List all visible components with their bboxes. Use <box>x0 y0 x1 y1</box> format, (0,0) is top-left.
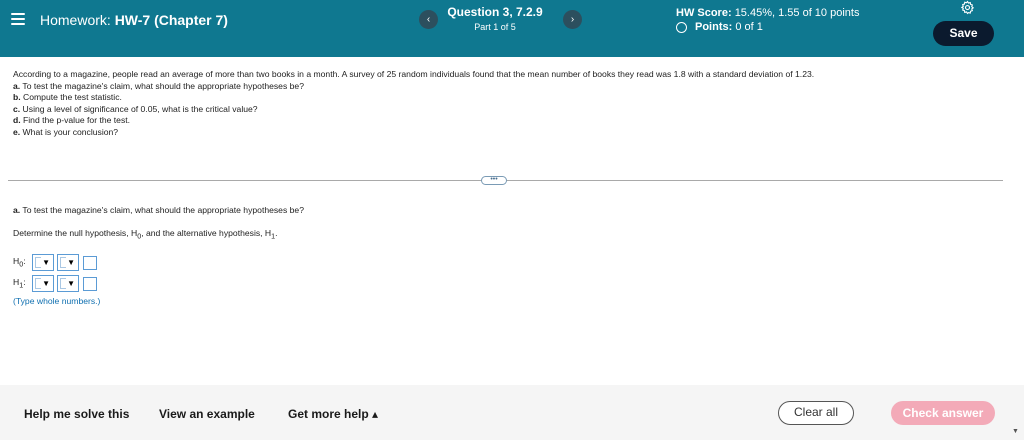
chevron-down-icon: ▼ <box>67 258 75 267</box>
homework-title: Homework: HW-7 (Chapter 7) <box>40 12 228 28</box>
h1-operator-dropdown[interactable]: ▼ <box>57 275 79 292</box>
null-hypothesis-row: H0: ▼ ▼ <box>13 254 97 271</box>
h0-parameter-dropdown[interactable]: ▼ <box>32 254 54 271</box>
problem-stem: According to a magazine, people read an … <box>13 69 815 79</box>
points: Points: 0 of 1 <box>676 21 763 33</box>
h0-label: H0: <box>13 256 26 269</box>
chevron-down-icon: ▼ <box>67 279 75 288</box>
h1-value-input[interactable] <box>83 276 97 291</box>
points-status-icon <box>676 21 687 33</box>
question-part: Part 1 of 5 <box>474 22 516 32</box>
points-value: 0 of 1 <box>735 21 763 33</box>
problem-item-a: a. To test the magazine's claim, what sh… <box>13 80 304 91</box>
view-example-link[interactable]: View an example <box>159 407 255 421</box>
input-hint: (Type whole numbers.) <box>13 296 101 306</box>
chevron-down-icon: ▼ <box>42 258 50 267</box>
previous-question-button[interactable]: ‹ <box>419 10 438 29</box>
h1-parameter-dropdown[interactable]: ▼ <box>32 275 54 292</box>
hw-score-value: 15.45%, 1.55 of 10 points <box>734 7 860 19</box>
save-button[interactable]: Save <box>933 21 994 46</box>
help-me-solve-link[interactable]: Help me solve this <box>24 407 129 421</box>
problem-item-c: c. Using a level of significance of 0.05… <box>13 103 258 114</box>
top-bar: Homework: HW-7 (Chapter 7) ‹ Question 3,… <box>0 0 1024 57</box>
get-more-help-link[interactable]: Get more help ▴ <box>288 407 378 421</box>
h0-value-input[interactable] <box>83 255 97 270</box>
problem-item-e: e. What is your conclusion? <box>13 126 119 137</box>
homework-prefix: Homework: <box>40 12 115 28</box>
homework-name: HW-7 (Chapter 7) <box>114 12 228 28</box>
problem-item-b: b. Compute the test statistic. <box>13 92 122 102</box>
chevron-down-icon: ▼ <box>42 279 50 288</box>
expand-handle[interactable]: ••• <box>481 176 507 185</box>
alternative-hypothesis-row: H1: ▼ ▼ <box>13 275 97 292</box>
problem-statement: According to a magazine, people read an … <box>13 69 1013 138</box>
hypothesis-instruction: Determine the null hypothesis, H0, and t… <box>13 228 278 241</box>
scroll-down-icon[interactable]: ▼ <box>1012 428 1019 435</box>
gear-icon[interactable] <box>960 0 975 15</box>
footer-bar: Help me solve this View an example Get m… <box>0 385 1024 440</box>
check-answer-button[interactable]: Check answer <box>891 401 995 425</box>
hw-score-label: HW Score: <box>676 7 735 19</box>
hamburger-menu-icon[interactable] <box>11 13 25 27</box>
h0-operator-dropdown[interactable]: ▼ <box>57 254 79 271</box>
h1-label: H1: <box>13 277 26 290</box>
clear-all-button[interactable]: Clear all <box>778 401 854 425</box>
points-label: Points: <box>695 21 733 33</box>
question-title: Question 3, 7.2.9 <box>447 5 543 19</box>
next-question-button[interactable]: › <box>563 10 582 29</box>
hw-score: HW Score: 15.45%, 1.55 of 10 points <box>676 7 859 19</box>
problem-item-d: d. Find the p-value for the test. <box>13 115 131 125</box>
part-a-question: a. To test the magazine's claim, what sh… <box>13 205 304 215</box>
